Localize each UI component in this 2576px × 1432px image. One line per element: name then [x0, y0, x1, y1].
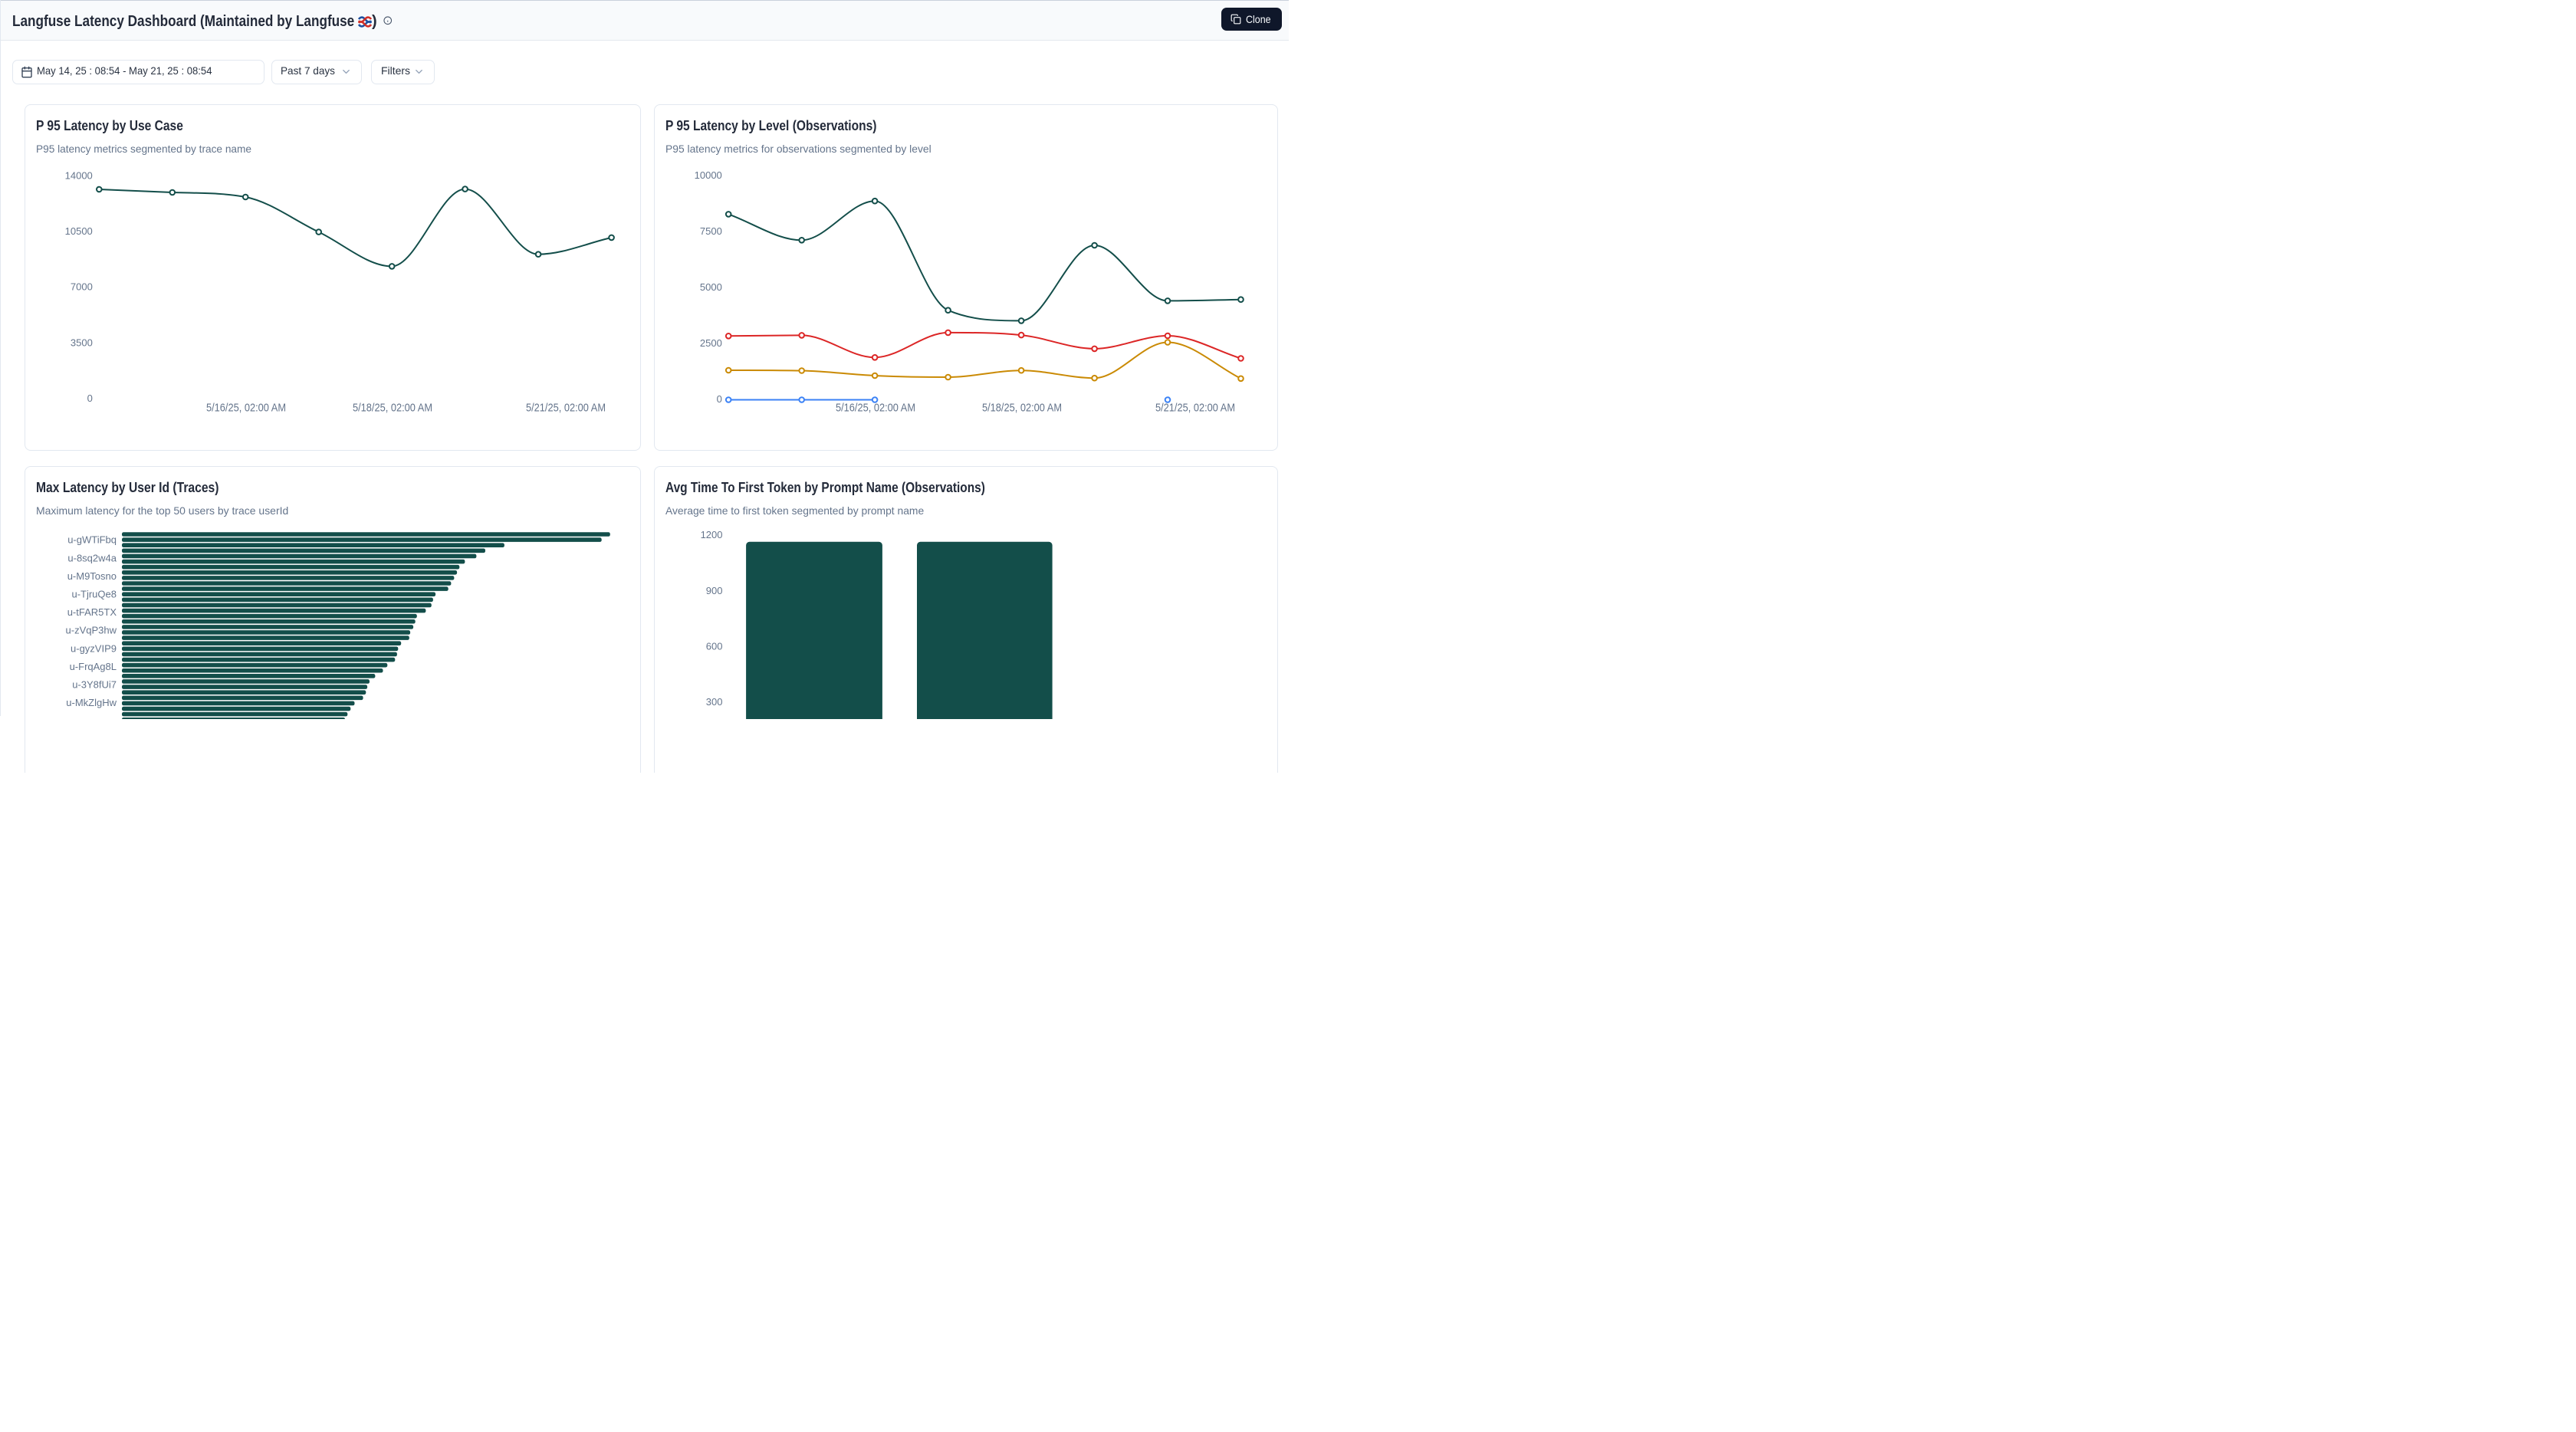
svg-text:7000: 7000 — [70, 281, 92, 292]
svg-text:5/21/25, 02:00 AM: 5/21/25, 02:00 AM — [1155, 401, 1235, 414]
svg-text:u-MkZlgHw: u-MkZlgHw — [66, 697, 117, 708]
svg-text:u-TjruQe8: u-TjruQe8 — [71, 588, 117, 599]
svg-text:10000: 10000 — [694, 169, 721, 180]
svg-text:5/16/25, 02:00 AM: 5/16/25, 02:00 AM — [206, 401, 286, 414]
svg-text:3500: 3500 — [70, 337, 92, 348]
svg-text:5/18/25, 02:00 AM: 5/18/25, 02:00 AM — [982, 401, 1062, 414]
svg-text:u-tFAR5TX: u-tFAR5TX — [67, 606, 117, 618]
svg-text:u-8sq2w4a: u-8sq2w4a — [67, 552, 117, 563]
svg-text:1200: 1200 — [700, 529, 722, 540]
svg-text:900: 900 — [705, 584, 722, 596]
svg-text:u-gyzVIP9: u-gyzVIP9 — [71, 642, 117, 654]
svg-text:5/18/25, 02:00 AM: 5/18/25, 02:00 AM — [353, 401, 432, 414]
svg-text:300: 300 — [705, 696, 722, 708]
svg-text:10500: 10500 — [64, 225, 92, 237]
svg-text:5/16/25, 02:00 AM: 5/16/25, 02:00 AM — [836, 401, 915, 414]
svg-text:0: 0 — [716, 392, 721, 404]
svg-text:600: 600 — [705, 640, 722, 652]
svg-text:u-gWTiFbq: u-gWTiFbq — [67, 534, 117, 545]
svg-text:u-M9Tosno: u-M9Tosno — [67, 570, 116, 581]
svg-text:7500: 7500 — [699, 225, 721, 236]
svg-text:u-zVqP3hw: u-zVqP3hw — [65, 624, 117, 636]
svg-text:5000: 5000 — [699, 281, 721, 292]
svg-text:0: 0 — [87, 392, 92, 403]
svg-text:5/21/25, 02:00 AM: 5/21/25, 02:00 AM — [526, 401, 606, 414]
svg-text:u-FrqAg8L: u-FrqAg8L — [69, 660, 116, 672]
svg-text:2500: 2500 — [699, 337, 721, 348]
svg-text:u-3Y8fUi7: u-3Y8fUi7 — [72, 678, 117, 690]
svg-text:14000: 14000 — [64, 169, 92, 181]
